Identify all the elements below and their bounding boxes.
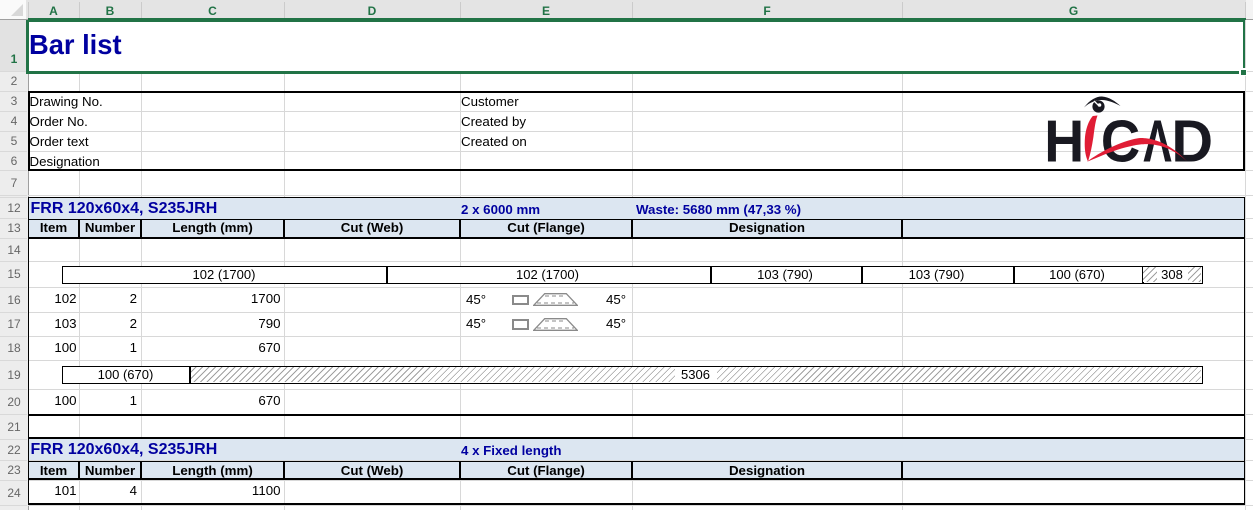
svg-text:D: D: [1171, 109, 1213, 172]
svg-text:H: H: [1044, 109, 1084, 172]
